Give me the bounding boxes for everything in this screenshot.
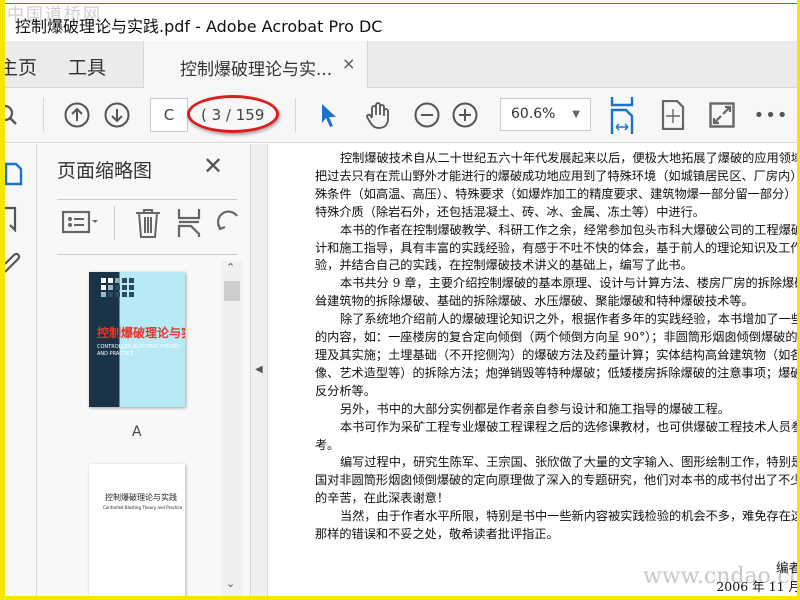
more-options-icon[interactable]: •••	[754, 100, 788, 130]
zoom-out-icon[interactable]	[413, 100, 441, 130]
text-line: 除了系统地介绍前人的爆破理论知识之外，根据作者多年的实践经验，本书增加了一些新	[340, 312, 797, 327]
text-line: 计和施工指导，具有丰富的实践经验，有感于不吐不快的体会，基于前人的理论知识及工作…	[315, 240, 797, 255]
scroll-down-icon[interactable]: ⌄	[226, 577, 235, 590]
chevron-down-icon: ▼	[572, 109, 580, 120]
acrobat-window: 中国道桥网 控制爆破理论与实践.pdf - Adobe Acrobat Pro …	[5, 0, 797, 596]
page-thumbnails-icon[interactable]	[5, 162, 23, 186]
next-page-icon[interactable]	[103, 100, 131, 130]
fit-width-icon[interactable]	[609, 96, 635, 134]
navigation-rail	[5, 144, 37, 596]
text-line: 验，并结合自己的实践，在控制爆破技术讲义的基础上，编写了此书。	[315, 258, 693, 273]
text-line: 考。	[315, 437, 340, 452]
text-line: 本书共分 9 章，主要介绍控制爆破的基本原理、设计与计算方法、楼房厂房的拆除爆破…	[340, 276, 797, 291]
text-line: 当然，由于作者水平所限，特别是书中一些新内容被实践检验的机会不多，难免存在这样	[340, 509, 797, 524]
delete-page-icon[interactable]	[135, 208, 161, 238]
scroll-up-icon[interactable]: ⌃	[226, 261, 235, 274]
text-line: 编写过程中，研究生陈军、王宗国、张欣做了大量的文字输入、图形绘制工作，特别是王宗	[340, 455, 797, 470]
text-line: 的内容，如：一座楼房的复合定向倾倒（两个倾倒方向呈 90°）；非圆筒形烟囱倾倒爆…	[315, 330, 797, 345]
text-line: 耸建筑物的拆除爆破、基础的拆除爆破、水压爆破、聚能爆破和特种爆破技术等。	[315, 294, 754, 309]
select-tool-icon[interactable]	[318, 100, 340, 130]
collapse-left-icon: ◀	[255, 364, 263, 375]
title-page-subtitle: Controlled Blasting Theory and Practice	[103, 505, 183, 510]
scrollbar-thumb[interactable]	[224, 281, 240, 301]
page-number-input[interactable]: C	[150, 98, 188, 132]
thumbnail-options-icon[interactable]	[62, 210, 98, 234]
text-line: 反分析等。	[315, 383, 376, 398]
extract-page-icon[interactable]	[177, 208, 201, 238]
cover-pattern	[101, 278, 134, 297]
thumbnail-label: A	[132, 424, 142, 440]
thumbnails-scrollbar[interactable]: ⌃ ⌄	[222, 261, 242, 596]
top-border	[5, 3, 797, 4]
zoom-in-icon[interactable]	[451, 100, 479, 130]
signature-block: 编者 2006 年 11 月	[716, 558, 797, 596]
text-line: 另外，书中的大部分实例都是作者亲自参与设计和施工指导的爆破工程。	[340, 401, 730, 416]
red-annotation-oval	[187, 95, 279, 133]
text-line: 把过去只有在荒山野外才能进行的爆破成功地应用到了特殊环境（如城镇居民区、厂房内）…	[315, 168, 797, 183]
cover-title: 控制爆破理论与实践	[97, 326, 185, 340]
cover-subtitle: CONTROLLED BLASTING THEORY AND PRACTICE	[97, 344, 180, 357]
thumbnails-panel: 页面缩略图 ✕ ⌃ ⌄ 控制爆破理论与实践 CONTROLLED BLASTIN…	[37, 144, 250, 596]
collapse-panel-handle[interactable]: ◀	[250, 144, 268, 596]
bookmarks-icon[interactable]	[5, 206, 19, 232]
search-icon[interactable]	[5, 100, 21, 130]
full-screen-icon[interactable]	[708, 100, 736, 130]
text-line: 理及其实施；土埋基础（不开挖侧沟）的爆破方法及药量计算；实体结构高耸建筑物（如各…	[315, 347, 797, 362]
text-line: 控制爆破技术自从二十世纪五六十年代发展起来以后，便极大地拓展了爆破的应用领域，	[340, 151, 797, 165]
zoom-level-value: 60.6%	[511, 106, 556, 122]
close-tab-icon[interactable]: ×	[342, 54, 355, 73]
text-line: 本书的作者在控制爆破教学、科研工作之余，经常参加包头市科大爆破公司的工程爆破设	[340, 222, 797, 237]
fit-page-icon[interactable]	[660, 100, 686, 130]
thumbnail-page-2[interactable]: 控制爆破理论与实践 Controlled Blasting Theory and…	[89, 464, 185, 596]
text-line: 本书可作为采矿工程专业爆破工程课程之后的选修课教材，也可供爆破工程技术人员参	[340, 419, 797, 434]
panel-title: 页面缩略图	[57, 160, 153, 182]
date: 2006 年 11 月	[716, 579, 797, 594]
title-page-title: 控制爆破理论与实践	[105, 493, 177, 502]
signature: 编者	[775, 560, 797, 575]
tab-document[interactable]: 控制爆破理论与实... ×	[143, 41, 368, 88]
tab-tools[interactable]: 工具	[68, 53, 106, 80]
text-line: 特殊介质（除岩石外，还包括混凝土、砖、冰、金属、冻土等）中进行。	[315, 204, 705, 219]
document-view[interactable]: 控制爆破技术自从二十世纪五六十年代发展起来以后，便极大地拓展了爆破的应用领域， 把…	[268, 144, 797, 596]
previous-page-icon[interactable]	[63, 100, 91, 130]
close-panel-icon[interactable]: ✕	[203, 152, 223, 180]
text-line: 殊条件（如高温、高压）、特殊要求（如爆炸加工的精度要求、建筑物爆一部分留一部分）…	[315, 186, 797, 201]
tab-bar: 主页 工具 控制爆破理论与实... ×	[5, 41, 797, 88]
text-line: 那样的错误和不妥之处，敬希读者批评指正。	[315, 527, 559, 542]
attachments-icon[interactable]	[5, 246, 21, 274]
zoom-level-select[interactable]: 60.6% ▼	[500, 98, 591, 131]
text-line: 像、艺术造型等）的拆除方法；炮弹销毁等特种爆破；低矮楼房拆除爆破的注意事项；爆破…	[315, 365, 797, 380]
text-line: 国对非圆筒形烟囱倾倒爆破的定向原理做了深入的专题研究，他们对本书的成书付出了不少	[315, 473, 797, 488]
document-text: 控制爆破技术自从二十世纪五六十年代发展起来以后，便极大地拓展了爆破的应用领域， 把…	[315, 150, 797, 544]
text-line: 的辛苦，在此深表谢意！	[315, 491, 450, 506]
toolbar: C ( 3 / 159 60.6% ▼ •••	[5, 88, 797, 143]
window-title: 控制爆破理论与实践.pdf - Adobe Acrobat Pro DC	[15, 17, 383, 36]
rotate-page-icon[interactable]	[217, 208, 239, 238]
tab-home[interactable]: 主页	[5, 53, 37, 80]
tab-document-label: 控制爆破理论与实...	[180, 60, 333, 80]
hand-tool-icon[interactable]	[363, 100, 393, 130]
thumbnail-page-1[interactable]: 控制爆破理论与实践 CONTROLLED BLASTING THEORY AND…	[89, 272, 185, 407]
